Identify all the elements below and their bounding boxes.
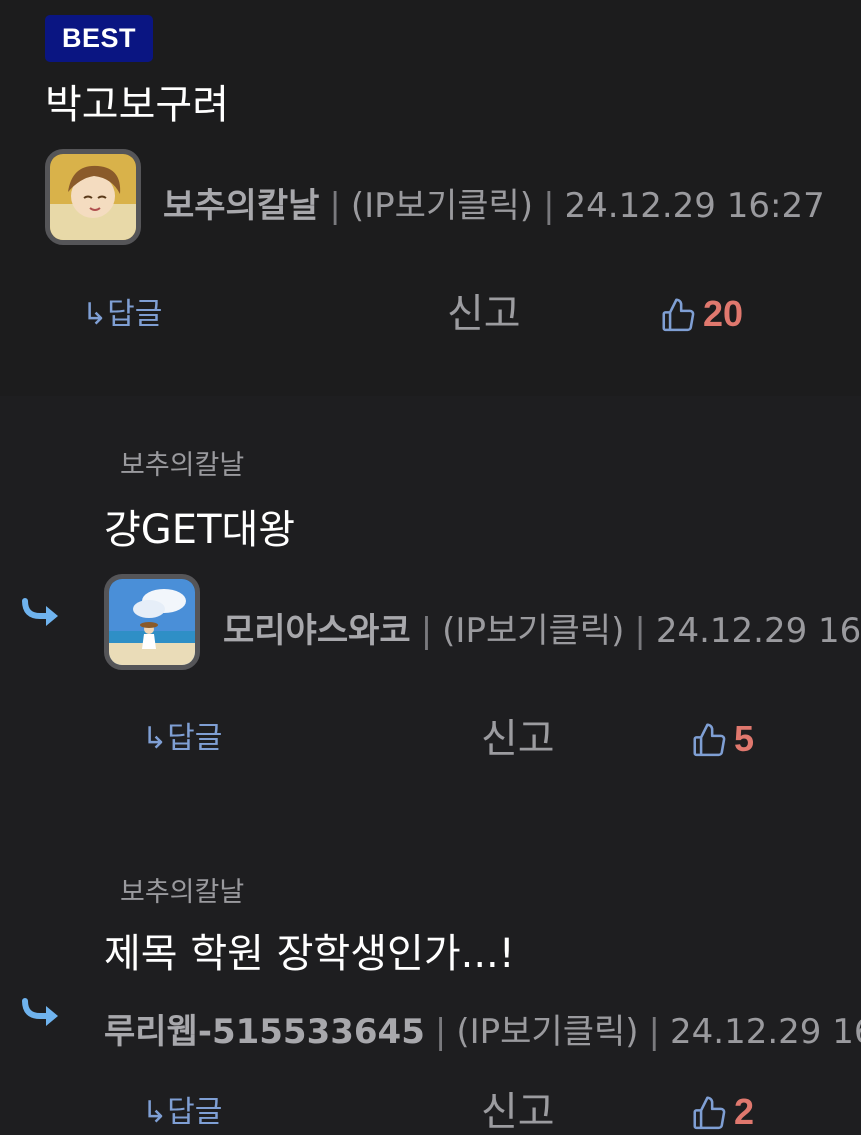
report-button[interactable]: 신고 <box>447 294 521 334</box>
like-count: 5 <box>734 718 755 759</box>
best-badge: BEST <box>45 15 153 62</box>
like-button[interactable]: 2 <box>690 1092 754 1132</box>
comment-text: 걍GET대왕 <box>104 507 296 553</box>
reply-button[interactable]: ↳답글 <box>82 300 162 330</box>
like-button[interactable]: 5 <box>690 719 754 759</box>
author-nickname[interactable]: 보추의칼날 <box>163 186 319 226</box>
thumbs-up-icon <box>693 723 726 757</box>
comment-text: 제목 학원 장학생인가...! <box>104 931 515 977</box>
separator: | <box>648 1012 660 1052</box>
parent-nickname: 보추의칼날 <box>120 877 245 908</box>
ip-view-link[interactable]: (IP보기클릭) <box>456 1012 638 1052</box>
reply-arrow-icon <box>22 998 58 1026</box>
report-button[interactable]: 신고 <box>481 1092 555 1132</box>
comment-text: 박고보구려 <box>45 82 229 128</box>
thumbs-up-icon <box>662 298 695 332</box>
separator: | <box>434 1012 447 1052</box>
ip-view-link[interactable]: (IP보기클릭) <box>442 611 624 651</box>
author-nickname[interactable]: 루리웹-515533645 <box>104 1012 425 1052</box>
separator: | <box>420 611 433 651</box>
ip-view-link[interactable]: (IP보기클릭) <box>351 186 533 226</box>
reply-button[interactable]: ↳답글 <box>142 1098 222 1128</box>
avatar[interactable] <box>104 574 200 670</box>
reply-button[interactable]: ↳답글 <box>142 724 222 754</box>
author-nickname[interactable]: 모리야스와코 <box>223 611 411 651</box>
reply-arrow-icon <box>22 598 58 626</box>
avatar[interactable] <box>45 149 141 245</box>
timestamp: 24.12.29 16 <box>655 611 861 651</box>
timestamp: 24.12.29 16: <box>670 1012 861 1052</box>
like-button[interactable]: 20 <box>659 294 743 334</box>
report-button[interactable]: 신고 <box>481 719 555 759</box>
like-count: 2 <box>734 1091 755 1132</box>
best-badge-label: BEST <box>61 23 136 53</box>
like-count: 20 <box>703 293 744 334</box>
comment-meta: 모리야스와코 | (IP보기클릭) | 24.12.29 16 <box>223 614 861 648</box>
separator: | <box>543 186 555 226</box>
separator: | <box>329 186 341 226</box>
avatar-image <box>50 154 136 240</box>
comment-meta: 루리웹-515533645|(IP보기클릭)|24.12.29 16: <box>104 1015 861 1049</box>
parent-nickname: 보추의칼날 <box>120 450 245 481</box>
separator: | <box>634 611 646 651</box>
timestamp: 24.12.29 16:27 <box>564 186 825 226</box>
comment-meta: 보추의칼날 | (IP보기클릭) | 24.12.29 16:27 <box>163 189 825 223</box>
thumbs-up-icon <box>693 1096 726 1130</box>
avatar-image <box>109 579 195 665</box>
